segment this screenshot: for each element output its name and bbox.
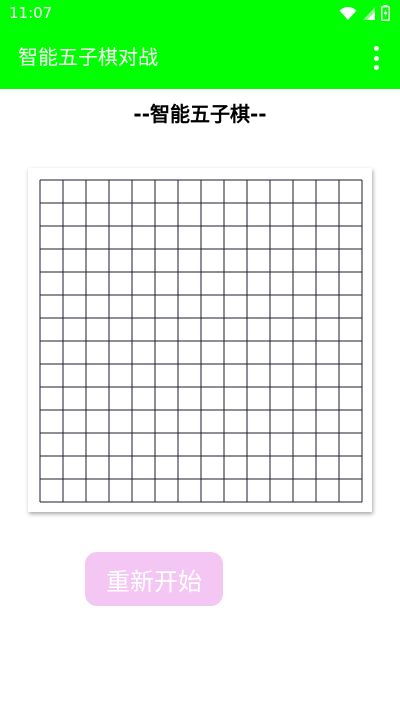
battery-charging-icon (381, 5, 390, 21)
menu-dot (373, 55, 379, 61)
status-icons (339, 4, 390, 22)
more-vert-icon[interactable] (366, 46, 386, 70)
menu-dot (373, 46, 379, 51)
restart-button[interactable]: 重新开始 (85, 552, 223, 606)
status-bar: 11:07 (0, 0, 400, 26)
menu-dot (373, 65, 379, 70)
page-heading: --智能五子棋-- (133, 102, 267, 126)
status-time: 11:07 (9, 4, 53, 22)
board-grid[interactable] (39, 179, 363, 503)
app-title: 智能五子棋对战 (18, 45, 158, 69)
signal-icon (363, 6, 375, 20)
app-bar: 智能五子棋对战 (0, 26, 400, 89)
gomoku-board[interactable] (28, 168, 372, 512)
wifi-icon (339, 6, 357, 20)
